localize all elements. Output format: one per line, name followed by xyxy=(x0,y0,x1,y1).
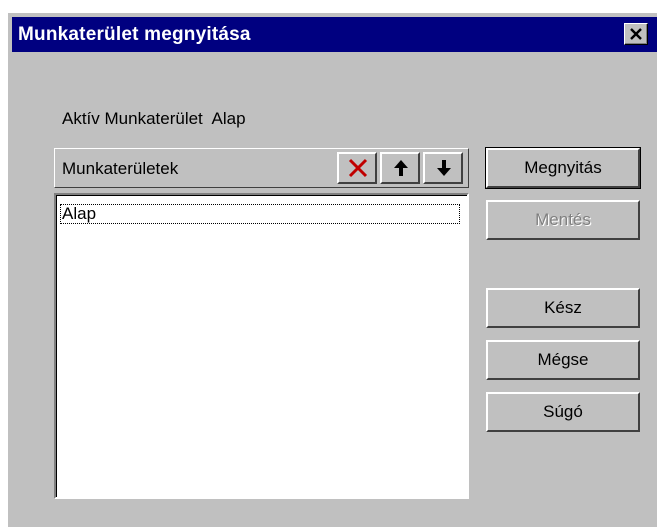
workspace-listbox[interactable]: Alap xyxy=(54,193,469,499)
workspace-open-dialog: Munkaterület megnyitása Aktív Munkaterül… xyxy=(8,13,657,527)
done-button[interactable]: Kész xyxy=(486,288,640,328)
cancel-button[interactable]: Mégse xyxy=(486,340,640,380)
cancel-button-label: Mégse xyxy=(537,350,589,369)
done-button-label: Kész xyxy=(544,298,582,317)
list-item[interactable]: Alap xyxy=(60,204,460,224)
move-down-button[interactable] xyxy=(423,152,463,184)
close-icon xyxy=(630,28,642,40)
save-button: Mentés xyxy=(486,200,640,240)
open-button-label: Megnyitás xyxy=(524,158,602,177)
move-up-button[interactable] xyxy=(380,152,420,184)
delete-workspace-button[interactable] xyxy=(337,152,377,184)
window-title: Munkaterület megnyitása xyxy=(18,24,251,45)
open-button[interactable]: Megnyitás xyxy=(485,147,641,189)
arrow-up-icon xyxy=(394,160,408,176)
arrow-down-icon xyxy=(437,160,451,176)
workspace-list-header: Munkaterületek xyxy=(54,148,469,188)
active-workspace-value: Alap xyxy=(211,109,246,128)
workspace-list-title: Munkaterületek xyxy=(62,159,179,178)
active-workspace-label: Aktív Munkaterület xyxy=(62,109,203,128)
help-button[interactable]: Súgó xyxy=(486,392,640,432)
delete-x-icon xyxy=(348,158,368,178)
save-button-label: Mentés xyxy=(535,210,591,229)
help-button-label: Súgó xyxy=(543,402,583,421)
active-workspace-row: Aktív Munkaterület Alap xyxy=(62,109,246,129)
close-button[interactable] xyxy=(624,23,648,45)
workspace-listbox-inner: Alap xyxy=(56,195,467,497)
title-bar[interactable]: Munkaterület megnyitása xyxy=(12,17,657,52)
